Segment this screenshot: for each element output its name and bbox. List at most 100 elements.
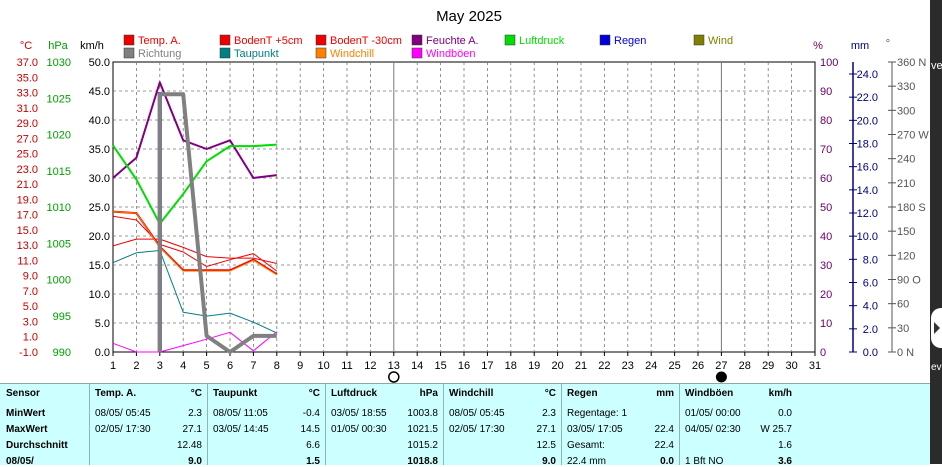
axis-tick-label-temp: 3.0 (23, 316, 38, 328)
axis-tick-label-humidity: 0 (820, 347, 826, 359)
axis-tick-label-rain: 18.0 (857, 139, 878, 151)
x-tick-label: 3 (157, 360, 163, 372)
legend-swatch (219, 47, 231, 59)
stats-cell-label: 03/05/ 17:05 (567, 424, 623, 435)
axis-tick-label-wind: 5.0 (95, 318, 110, 330)
axis-tick-label-direction: 150 (897, 226, 915, 238)
axis-tick-label-temp: -1.0 (19, 347, 38, 359)
stats-cell-label: 02/05/ 17:30 (95, 424, 151, 435)
legend-label: Regen (614, 35, 646, 47)
axis-tick-label-rain: 20.0 (857, 115, 878, 127)
axis-tick-label-humidity: 80 (820, 115, 832, 127)
stats-cell-value: 14.5 (300, 424, 320, 435)
axis-tick-label-wind: 10.0 (89, 289, 110, 301)
axis-tick-label-direction: 300 (897, 105, 915, 117)
edge-text-top: ve (931, 60, 942, 72)
axis-tick-label-rain: 0.0 (863, 347, 878, 359)
stats-cell-value: 1015.2 (407, 440, 438, 451)
legend-swatch (315, 47, 327, 59)
axis-tick-label-humidity: 90 (820, 86, 832, 98)
axis-tick-label-humidity: 20 (820, 289, 832, 301)
axis-tick-label-direction: 180 S (897, 202, 926, 214)
axis-tick-label-rain: 22.0 (857, 92, 878, 104)
x-tick-label: 20 (551, 360, 563, 372)
axis-tick-label-temp: 5.0 (23, 301, 38, 313)
axis-tick-label-pressure: 1010 (47, 202, 71, 214)
axis-tick-label-humidity: 70 (820, 144, 832, 156)
next-arrow-icon[interactable] (931, 308, 942, 348)
axis-tick-label-temp: 33.0 (17, 88, 38, 100)
axis-tick-label-humidity: 10 (820, 318, 832, 330)
axis-tick-label-pressure: 990 (53, 347, 71, 359)
legend-swatch (123, 34, 135, 46)
axis-tick-label-rain: 14.0 (857, 185, 878, 197)
x-tick-label: 18 (505, 360, 517, 372)
axis-tick-label-temp: 23.0 (17, 164, 38, 176)
x-tick-label: 5 (204, 360, 210, 372)
axis-tick-label-pressure: 1000 (47, 275, 71, 287)
stats-cell-label: 03/05/ 18:55 (331, 408, 387, 419)
axis-tick-label-rain: 16.0 (857, 162, 878, 174)
stats-header: Taupunkt (213, 388, 258, 399)
axis-tick-label-wind: 20.0 (89, 231, 110, 243)
stats-cell-value: 0.0 (660, 456, 674, 467)
stats-cell-value: 12.48 (176, 440, 202, 451)
stats-header: Windchill (449, 388, 494, 399)
axis-tick-label-direction: 30 (897, 323, 909, 335)
legend-label: Temp. A. (138, 35, 181, 47)
axis-tick-label-rain: 10.0 (857, 231, 878, 243)
axis-tick-label-pressure: 995 (53, 311, 71, 323)
stats-cell-value: 1.5 (306, 456, 320, 467)
edge-text-bottom: ev (931, 362, 942, 373)
stats-unit: °C (308, 388, 320, 399)
stats-cell-label: MinWert (6, 408, 46, 419)
x-tick-label: 13 (388, 360, 400, 372)
x-tick-label: 28 (739, 360, 751, 372)
axis-tick-label-temp: 25.0 (17, 149, 38, 161)
axis-tick-label-wind: 50.0 (89, 57, 110, 69)
axis-tick-label-temp: 11.0 (17, 255, 38, 267)
axis-unit-label-wind: km/h (80, 40, 104, 52)
stats-cell-value: 3.6 (778, 456, 792, 467)
axis-tick-label-temp: 27.0 (17, 133, 38, 145)
stats-cell-label: MaxWert (6, 424, 48, 435)
axis-tick-label-rain: 4.0 (863, 301, 878, 313)
axis-tick-label-wind: 45.0 (89, 86, 110, 98)
axis-tick-label-direction: 90 O (897, 275, 921, 287)
axis-tick-label-pressure: 1025 (47, 93, 71, 105)
axis-tick-label-temp: 1.0 (23, 332, 38, 344)
x-tick-label: 29 (762, 360, 774, 372)
axis-tick-label-temp: 13.0 (17, 240, 38, 252)
axis-tick-label-temp: 29.0 (17, 118, 38, 130)
stats-column: Luftdruck hPa 03/05/ 18:55 1003.8 01/05/ 00:… (325, 384, 444, 467)
stats-unit: °C (544, 388, 556, 399)
legend-swatch (599, 34, 611, 46)
stats-cell-value: 22.4 (654, 440, 674, 451)
legend-swatch (504, 34, 516, 46)
axis-tick-label-direction: 270 W (897, 130, 929, 142)
stats-cell-value: 2.3 (188, 408, 202, 419)
axis-tick-label-humidity: 60 (820, 173, 832, 185)
x-tick-label: 10 (317, 360, 329, 372)
stats-cell-label: 22.4 mm (567, 456, 606, 467)
stats-cell-label: 03/05/ 14:45 (213, 424, 269, 435)
x-tick-label: 25 (668, 360, 680, 372)
axis-tick-label-temp: 7.0 (23, 286, 38, 298)
x-tick-label: 9 (297, 360, 303, 372)
axis-tick-label-direction: 120 (897, 250, 915, 262)
axis-unit-label-temp: °C (20, 40, 32, 52)
axis-tick-label-wind: 40.0 (89, 115, 110, 127)
stats-cell-value: W 25.7 (760, 424, 792, 435)
axis-tick-label-rain: 2.0 (863, 324, 878, 336)
full-moon-icon (388, 371, 400, 383)
x-tick-label: 11 (341, 360, 352, 372)
x-tick-label: 21 (575, 360, 587, 372)
stats-cell-label: 01/05/ 00:00 (685, 408, 741, 419)
axis-tick-label-temp: 19.0 (17, 194, 38, 206)
axis-tick-label-direction: 360 N (897, 57, 926, 69)
legend-label: Luftdruck (519, 35, 565, 47)
stats-cell-label: 08/05/ 05:45 (95, 408, 151, 419)
x-tick-label: 19 (528, 360, 540, 372)
stats-cell-label: 02/05/ 17:30 (449, 424, 505, 435)
x-tick-label: 4 (180, 360, 186, 372)
